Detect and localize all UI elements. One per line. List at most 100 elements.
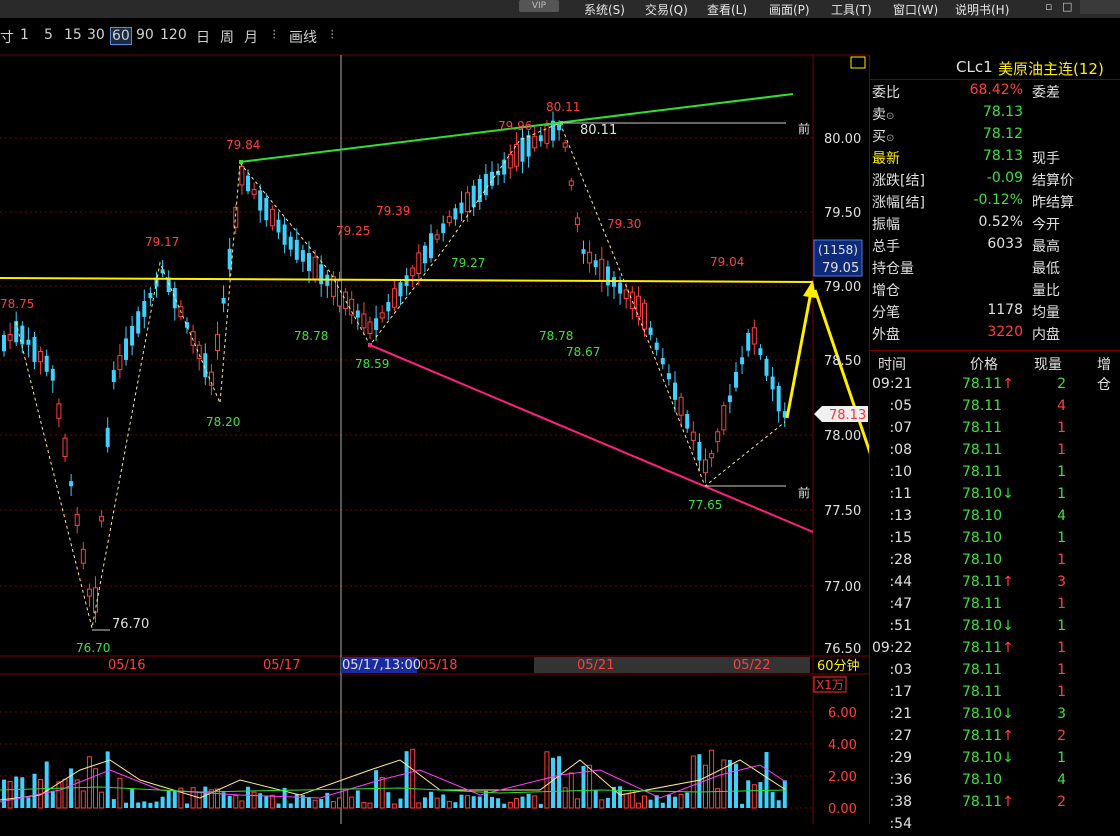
volume-bar: [26, 797, 31, 808]
candle-body: [678, 396, 684, 416]
quote-label-right: 结算价: [1032, 173, 1074, 189]
tick-volume: 1: [1057, 552, 1066, 568]
tick-row[interactable]: :17 78.11 1: [870, 682, 1120, 704]
candle-body: [709, 453, 715, 459]
volume-bar: [288, 803, 293, 808]
candle-body: [532, 135, 538, 149]
volume-bar: [117, 777, 123, 809]
quote-row: 委比 68.42% 委差: [870, 80, 1120, 102]
volume-bar: [154, 801, 159, 808]
panel-toggle-icon[interactable]: [850, 56, 866, 69]
tick-price: 78.11↑: [962, 574, 1014, 590]
tick-row[interactable]: :29 78.10↓ 1: [870, 748, 1120, 770]
candle-body: [477, 178, 482, 202]
quote-value: -0.12%: [973, 192, 1023, 208]
tick-row[interactable]: :36 78.10 4: [870, 770, 1120, 792]
tick-row[interactable]: :15 78.10 1: [870, 528, 1120, 550]
tick-row[interactable]: :27 78.11↑ 2: [870, 726, 1120, 748]
pivot-label: 79.27: [451, 256, 485, 270]
tick-volume: 1: [1057, 662, 1066, 678]
candle-body: [471, 185, 476, 207]
volume-bar: [544, 751, 550, 809]
tick-row[interactable]: :05 78.11 4: [870, 396, 1120, 418]
candle-body: [574, 217, 580, 226]
tick-row[interactable]: :47 78.11 1: [870, 594, 1120, 616]
tick-row[interactable]: :03 78.11 1: [870, 660, 1120, 682]
candle-body: [2, 334, 6, 352]
candle-body: [294, 239, 299, 260]
candle-body: [239, 165, 245, 186]
volume-bar: [746, 780, 751, 808]
volume-bar: [673, 796, 677, 808]
candle-body: [26, 339, 31, 345]
tick-time: :44: [889, 574, 912, 590]
sell-mark-icon: ⊙: [886, 111, 895, 122]
volume-bar: [446, 800, 452, 809]
candle-body: [343, 291, 349, 310]
tick-price: 78.10: [962, 530, 1003, 546]
maximize-icon[interactable]: □: [1062, 0, 1072, 13]
volume-bar: [99, 791, 105, 809]
candlesticks: [2, 111, 787, 623]
volume-bar: [337, 797, 342, 809]
tick-row[interactable]: :11 78.10↓ 1: [870, 484, 1120, 506]
candle-body: [459, 202, 464, 214]
tick-row[interactable]: 09:22 78.11↑ 1: [870, 638, 1120, 660]
tick-row[interactable]: :13 78.10 4: [870, 506, 1120, 528]
candle-body: [618, 282, 623, 294]
tick-row[interactable]: :10 78.11 1: [870, 462, 1120, 484]
quote-label: 分笔: [872, 305, 900, 321]
restore-icon[interactable]: ▫: [1045, 0, 1052, 13]
volume-bar: [770, 792, 775, 808]
tick-row[interactable]: :54: [870, 814, 1120, 836]
candle-body: [685, 413, 690, 429]
volume-bar: [355, 790, 360, 808]
menu-window[interactable]: 窗口(W): [893, 1, 938, 18]
quote-label-right: 今开: [1032, 217, 1060, 233]
tick-time: :29: [889, 750, 912, 766]
tick-volume: 1: [1057, 596, 1066, 612]
kline-chart[interactable]: 78.75 79.17 79.84 79.25 79.39 79.96 80.1…: [0, 0, 869, 824]
candle-body: [690, 431, 696, 441]
candle-body: [62, 437, 68, 458]
volume-bar: [2, 779, 6, 808]
pivot-label: 78.78: [539, 329, 573, 343]
tick-price: 78.10↓: [962, 706, 1014, 722]
tick-row[interactable]: :44 78.11↑ 3: [870, 572, 1120, 594]
tick-time: 09:22: [872, 640, 913, 656]
tick-price: 78.11↑: [962, 728, 1014, 744]
candle-body: [429, 233, 433, 259]
candle-body: [727, 395, 732, 403]
pivot-label: 78.20: [206, 415, 240, 429]
tick-row[interactable]: :51 78.10↓ 1: [870, 616, 1120, 638]
menu-help[interactable]: 说明书(H): [955, 1, 1009, 18]
tick-time: :05: [889, 398, 912, 414]
pivot-label: 78.59: [355, 357, 389, 371]
volume-bar: [782, 780, 787, 808]
quote-label-right: 量比: [1032, 283, 1060, 299]
volume-bar: [379, 776, 385, 809]
support-anchor: [368, 343, 372, 347]
candle-body: [544, 125, 550, 144]
candle-body: [441, 223, 446, 234]
volume-tick: 6.00: [828, 706, 857, 721]
candle-body: [74, 513, 80, 527]
tick-row[interactable]: :38 78.11↑ 2: [870, 792, 1120, 814]
quote-label-right: 最低: [1032, 261, 1060, 277]
tick-row[interactable]: :07 78.11 1: [870, 418, 1120, 440]
volume-bar: [429, 791, 433, 808]
date-label: 05/22: [733, 658, 770, 673]
tick-row[interactable]: :21 78.10↓ 3: [870, 704, 1120, 726]
tick-row[interactable]: :08 78.11 1: [870, 440, 1120, 462]
volume-bar: [490, 796, 494, 808]
candle-body: [172, 288, 177, 309]
close-icon[interactable]: [1080, 0, 1120, 14]
candle-body: [269, 208, 275, 227]
candle-body: [568, 180, 574, 186]
quote-value: 3220: [987, 324, 1023, 340]
volume-bar: [160, 796, 165, 808]
candle-body: [599, 258, 605, 281]
tick-row[interactable]: 09:21 78.11↑ 2: [870, 374, 1120, 396]
candle-body: [69, 481, 74, 487]
tick-row[interactable]: :28 78.10 1: [870, 550, 1120, 572]
